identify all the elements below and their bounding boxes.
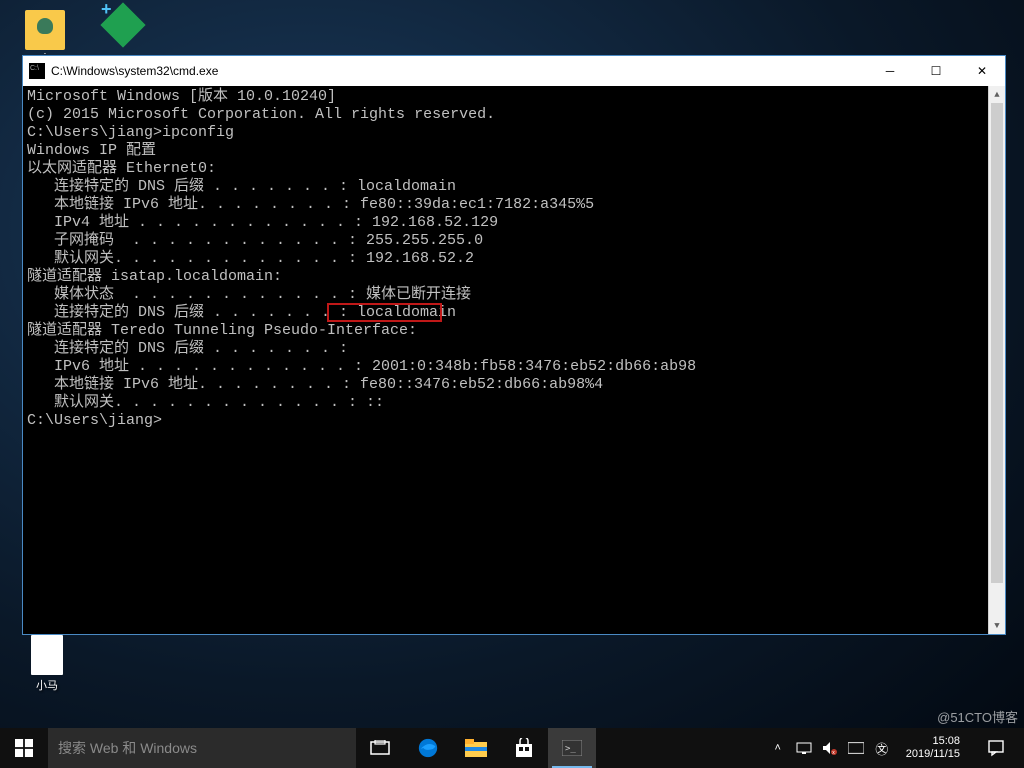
console-line: C:\Users\jiang> — [27, 412, 1001, 430]
keyboard-icon[interactable] — [848, 740, 864, 756]
scroll-thumb[interactable] — [991, 103, 1003, 583]
console-line: 连接特定的 DNS 后缀 . . . . . . . : — [27, 340, 1001, 358]
ime-icon[interactable]: ㉆ — [874, 740, 890, 756]
terminal-icon: >_ — [562, 740, 582, 756]
system-tray: ˄ x ㉆ 15:08 2019/11/15 — [762, 728, 1024, 768]
clock-date: 2019/11/15 — [906, 748, 960, 761]
console-line: 默认网关. . . . . . . . . . . . . : :: — [27, 394, 1001, 412]
network-icon[interactable] — [796, 740, 812, 756]
titlebar[interactable]: C:\Windows\system32\cmd.exe ─ ☐ ✕ — [23, 56, 1005, 86]
console-line: 以太网适配器 Ethernet0: — [27, 160, 1001, 178]
window-title: C:\Windows\system32\cmd.exe — [51, 64, 867, 78]
svg-text:>_: >_ — [565, 744, 576, 754]
console-line: 本地链接 IPv6 地址. . . . . . . . : fe80::39da… — [27, 196, 1001, 214]
console-line: 隧道适配器 isatap.localdomain: — [27, 268, 1001, 286]
clock-time: 15:08 — [906, 735, 960, 748]
windows-logo-icon — [15, 739, 33, 757]
folder-icon — [465, 739, 487, 757]
console-output[interactable]: Microsoft Windows [版本 10.0.10240](c) 201… — [23, 86, 1005, 634]
desktop-icon-label: 小马 — [12, 677, 82, 693]
volume-icon[interactable]: x — [822, 740, 838, 756]
store-icon — [514, 738, 534, 758]
console-line: 隧道适配器 Teredo Tunneling Pseudo-Interface: — [27, 322, 1001, 340]
taskbar: 搜索 Web 和 Windows >_ — [0, 728, 1024, 768]
text-file-icon — [31, 635, 63, 675]
console-line: 本地链接 IPv6 地址. . . . . . . . : fe80::3476… — [27, 376, 1001, 394]
green-app-icon — [103, 5, 147, 49]
console-line: (c) 2015 Microsoft Corporation. All righ… — [27, 106, 1001, 124]
taskbar-cmd[interactable]: >_ — [548, 728, 596, 768]
user-folder-icon — [25, 10, 65, 50]
console-line: 连接特定的 DNS 后缀 . . . . . . . : localdomain — [27, 178, 1001, 196]
maximize-button[interactable]: ☐ — [913, 56, 959, 86]
console-line: 媒体状态 . . . . . . . . . . . . : 媒体已断开连接 — [27, 286, 1001, 304]
scroll-down-button[interactable]: ▼ — [989, 617, 1005, 634]
taskbar-explorer[interactable] — [452, 728, 500, 768]
start-button[interactable] — [0, 728, 48, 768]
cmd-window: C:\Windows\system32\cmd.exe ─ ☐ ✕ Micros… — [22, 55, 1006, 635]
clock[interactable]: 15:08 2019/11/15 — [900, 735, 966, 761]
console-line: IPv4 地址 . . . . . . . . . . . . : 192.16… — [27, 214, 1001, 232]
watermark: @51CTO博客 — [937, 707, 1018, 726]
desktop-icon-app[interactable] — [90, 5, 160, 51]
minimize-button[interactable]: ─ — [867, 56, 913, 86]
cmd-icon — [29, 63, 45, 79]
close-button[interactable]: ✕ — [959, 56, 1005, 86]
tray-chevron-icon[interactable]: ˄ — [770, 740, 786, 756]
desktop-icon-file[interactable]: 小马 — [12, 635, 82, 693]
console-line: 子网掩码 . . . . . . . . . . . . : 255.255.2… — [27, 232, 1001, 250]
search-input[interactable]: 搜索 Web 和 Windows — [48, 728, 356, 768]
console-line: Windows IP 配置 — [27, 142, 1001, 160]
notification-icon — [987, 739, 1005, 757]
console-line: C:\Users\jiang>ipconfig — [27, 124, 1001, 142]
taskview-icon — [370, 740, 390, 756]
console-line: IPv6 地址 . . . . . . . . . . . . : 2001:0… — [27, 358, 1001, 376]
action-center-button[interactable] — [976, 739, 1016, 757]
console-line: 默认网关. . . . . . . . . . . . . : 192.168.… — [27, 250, 1001, 268]
scrollbar[interactable]: ▲▼ — [988, 86, 1005, 634]
taskview-button[interactable] — [356, 728, 404, 768]
edge-icon — [417, 737, 439, 759]
taskbar-edge[interactable] — [404, 728, 452, 768]
scroll-up-button[interactable]: ▲ — [989, 86, 1005, 103]
console-line: 连接特定的 DNS 后缀 . . . . . . . : localdomain — [27, 304, 1001, 322]
search-placeholder: 搜索 Web 和 Windows — [58, 738, 197, 758]
console-line: Microsoft Windows [版本 10.0.10240] — [27, 88, 1001, 106]
taskbar-store[interactable] — [500, 728, 548, 768]
